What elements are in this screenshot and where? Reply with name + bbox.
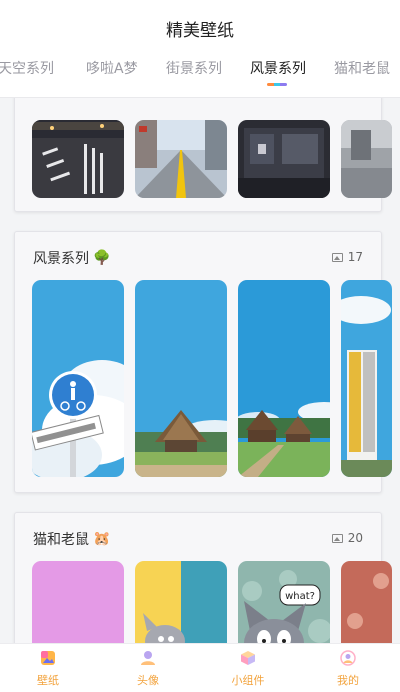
speech-bubble-text: what?: [285, 591, 315, 602]
collection-name: 猫和老鼠: [33, 532, 89, 548]
collection-card-street: [14, 98, 392, 212]
thumb-cat-what[interactable]: what?: [238, 561, 330, 643]
thumb-red-pattern-partial[interactable]: [341, 561, 392, 643]
collection-title[interactable]: 猫和老鼠 🐹: [33, 529, 110, 549]
collection-count-value: 20: [347, 531, 363, 545]
tab-doraemon[interactable]: 哆啦A梦: [86, 58, 138, 78]
thumb-thatched-village[interactable]: [135, 280, 227, 477]
bottom-tab-bar: 壁纸 头像 小组件 我的: [0, 643, 400, 692]
tabbar-label: 小组件: [231, 674, 265, 687]
tabbar-item-avatar[interactable]: 头像: [118, 650, 178, 688]
thumb-pink[interactable]: [32, 561, 124, 643]
tab-sky[interactable]: 天空系列: [0, 58, 54, 78]
tab-tom-and-jerry[interactable]: 猫和老鼠: [334, 58, 390, 78]
tab-street[interactable]: 街景系列: [166, 58, 222, 78]
thumb-wooden-houses[interactable]: [238, 280, 330, 477]
page-title: 精美壁纸: [166, 21, 234, 41]
thumb-row: what?: [32, 561, 392, 643]
collection-count: 17: [331, 250, 363, 264]
collection-title[interactable]: 风景系列 🌳: [33, 248, 110, 268]
thumb-row: [32, 280, 392, 478]
app-header: 精美壁纸 天空系列 哆啦A梦 街景系列 风景系列 猫和老鼠: [0, 0, 400, 98]
tree-emoji-icon: 🌳: [93, 250, 111, 266]
collection-card-scenery: 风景系列 🌳 17: [14, 231, 392, 493]
tabbar-label: 头像: [137, 674, 159, 687]
hamster-emoji-icon: 🐹: [93, 531, 111, 547]
image-count-icon: [331, 252, 343, 262]
thumb-road-sign[interactable]: [32, 280, 124, 477]
thumb-yellow-line-street[interactable]: [135, 120, 227, 198]
collection-count: 20: [331, 531, 363, 545]
thumb-night-crossing[interactable]: [32, 120, 124, 198]
thumb-cat-mouse-split[interactable]: [135, 561, 227, 643]
category-tabs: 天空系列 哆啦A梦 街景系列 风景系列 猫和老鼠: [0, 58, 400, 88]
wallpaper-feed[interactable]: 风景系列 🌳 17 猫和老鼠 🐹 20 what?: [0, 98, 400, 643]
wallpaper-icon: [41, 651, 55, 665]
collection-card-tom-and-jerry: 猫和老鼠 🐹 20 what?: [14, 512, 392, 643]
avatar-icon: [141, 651, 155, 665]
image-count-icon: [331, 533, 343, 543]
thumb-row: [32, 120, 392, 198]
tab-scenery[interactable]: 风景系列: [250, 58, 306, 78]
collection-count-value: 17: [347, 250, 363, 264]
tabbar-item-widget[interactable]: 小组件: [218, 650, 278, 688]
collection-name: 风景系列: [33, 251, 89, 267]
tabbar-label: 我的: [337, 674, 359, 687]
widget-icon: [241, 651, 255, 665]
thumb-night-shopfront[interactable]: [238, 120, 330, 198]
thumb-signboard-partial[interactable]: [341, 280, 392, 477]
thumb-street-partial[interactable]: [341, 120, 392, 198]
tabbar-item-profile[interactable]: 我的: [318, 650, 378, 688]
profile-icon: [340, 650, 356, 666]
active-tab-indicator: [267, 83, 287, 86]
tabbar-item-wallpaper[interactable]: 壁纸: [18, 650, 78, 688]
tabbar-label: 壁纸: [37, 674, 59, 687]
